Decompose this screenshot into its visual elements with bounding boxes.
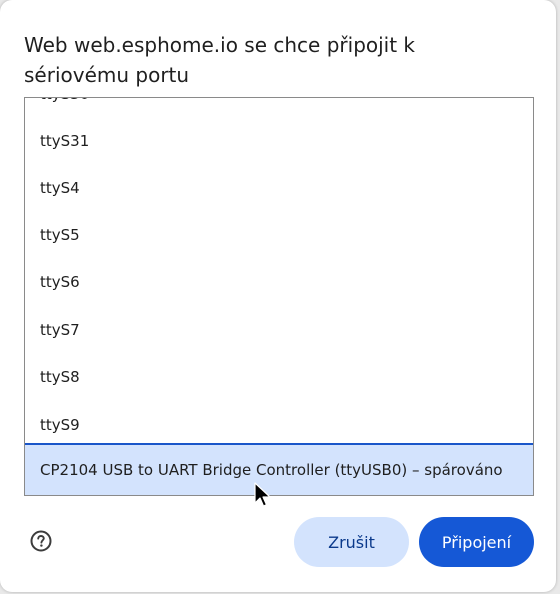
dialog-title: Web web.esphome.io se chce připojit k sé… bbox=[24, 33, 416, 87]
port-list[interactable]: ttyS30 ttyS31 ttyS4 ttyS5 ttyS6 ttyS7 tt… bbox=[24, 97, 534, 496]
port-item[interactable]: ttyS8 bbox=[25, 354, 533, 401]
port-item[interactable]: ttyS9 bbox=[25, 402, 533, 449]
port-item[interactable]: ttyS6 bbox=[25, 259, 533, 306]
port-item-selected[interactable]: CP2104 USB to UART Bridge Controller (tt… bbox=[25, 443, 533, 495]
port-item[interactable]: ttyS30 bbox=[25, 98, 533, 118]
port-item[interactable]: ttyS31 bbox=[25, 118, 533, 165]
connect-button[interactable]: Připojení bbox=[419, 517, 534, 567]
port-item[interactable]: ttyS4 bbox=[25, 165, 533, 212]
cancel-button[interactable]: Zrušit bbox=[294, 517, 409, 567]
port-item[interactable]: ttyS5 bbox=[25, 212, 533, 259]
port-item[interactable]: ttyS7 bbox=[25, 307, 533, 354]
help-circle-icon[interactable] bbox=[30, 530, 52, 552]
serial-port-dialog: Web web.esphome.io se chce připojit k sé… bbox=[0, 0, 556, 592]
mouse-cursor-icon bbox=[254, 482, 271, 507]
